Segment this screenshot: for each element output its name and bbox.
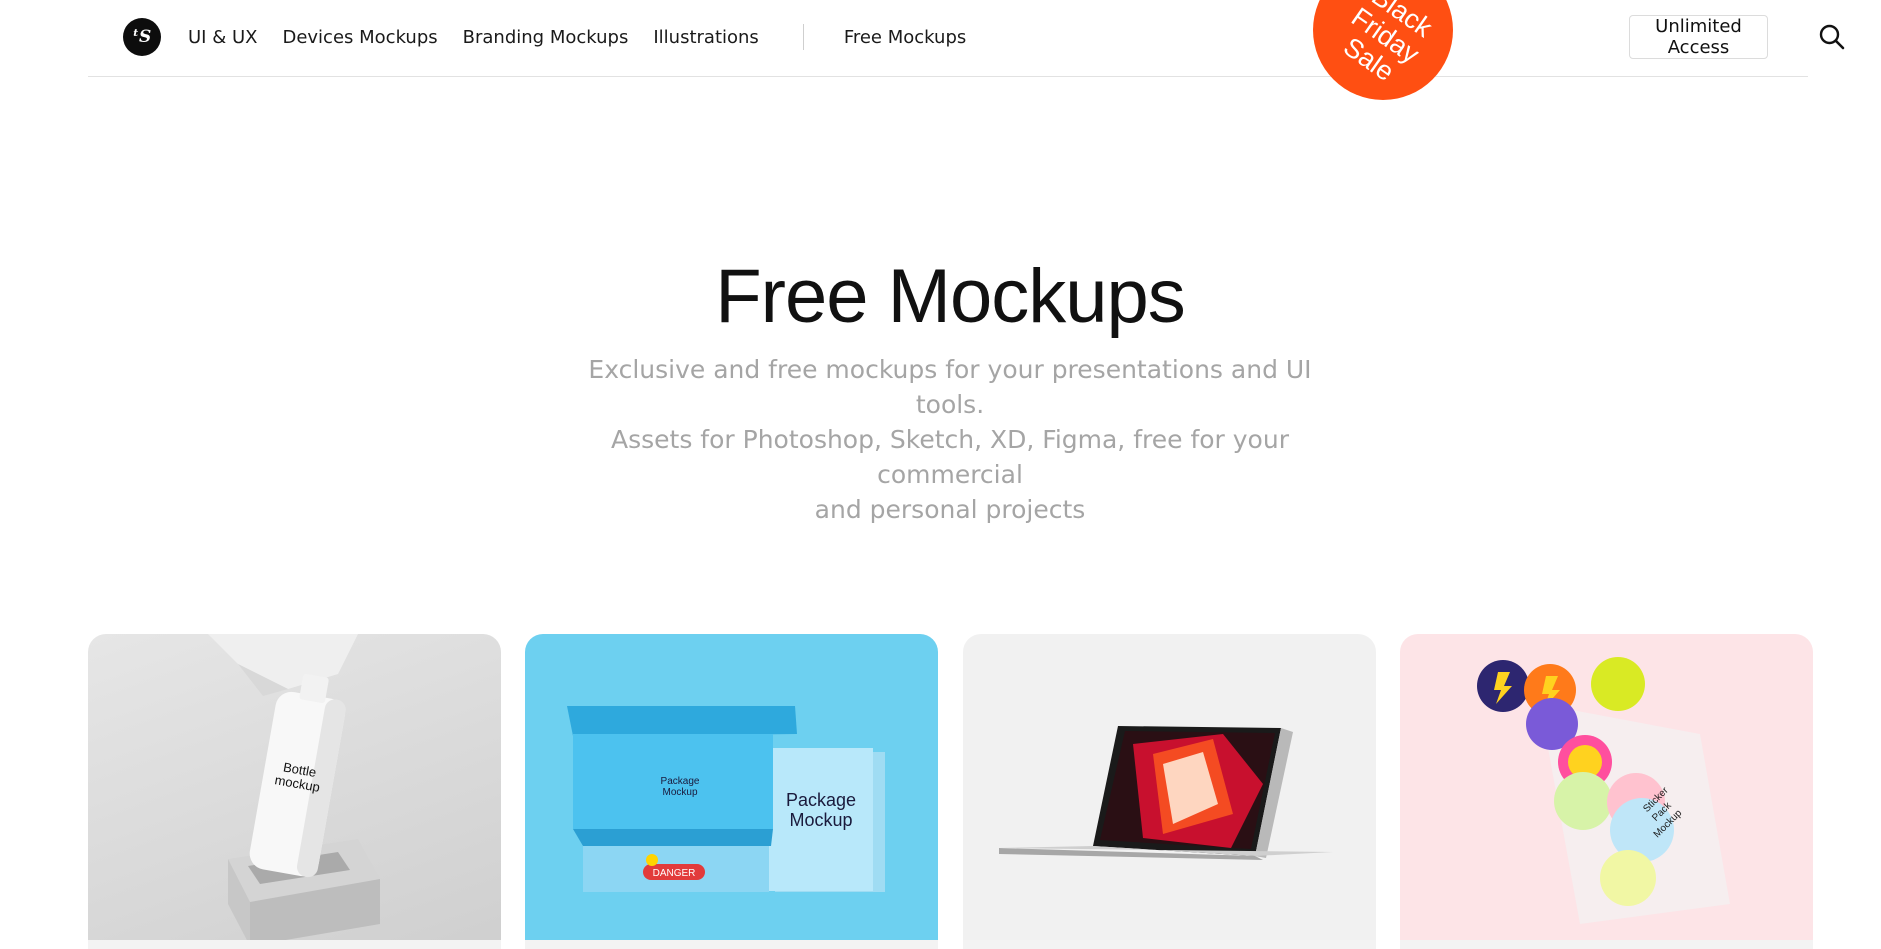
logo[interactable]: ᵗS [123,18,161,56]
subtitle-line-3: and personal projects [814,495,1086,524]
mockup-grid: Bottle mockup Package Mockup Package Moc… [88,634,1813,949]
card-package-mockup[interactable]: Package Mockup Package Mockup DANGER [525,634,938,949]
black-friday-badge[interactable]: Black Friday Sale [1313,0,1453,100]
card-macbook-mockup[interactable] [963,634,1376,949]
sticker-pack-mockup-image: Sticker Pack Mockup [1477,657,1730,924]
package-box-caption-1: Package [661,776,700,787]
search-icon[interactable] [1818,23,1846,51]
nav-ui-ux[interactable]: UI & UX [188,27,257,48]
card-footer [525,940,938,949]
nav-branding-mockups[interactable]: Branding Mockups [463,27,629,48]
site-header: ᵗS UI & UX Devices Mockups Branding Mock… [88,0,1845,100]
page-title: Free Mockups [715,254,1186,339]
macbook-mockup-image [999,726,1333,860]
nav-illustrations[interactable]: Illustrations [653,27,758,48]
card-footer [963,940,1376,949]
card-bottle-mockup[interactable]: Bottle mockup [88,634,501,949]
subtitle-line-1: Exclusive and free mockups for your pres… [588,355,1312,419]
package-card-caption-1: Package [786,790,856,810]
package-mockup-image: Package Mockup Package Mockup DANGER [567,706,885,892]
package-card-caption-2: Mockup [789,810,852,830]
danger-sticker: DANGER [653,868,696,879]
page-subtitle: Exclusive and free mockups for your pres… [560,352,1340,527]
nav-free-mockups[interactable]: Free Mockups [844,27,966,48]
card-footer [1400,940,1813,949]
main-nav: UI & UX Devices Mockups Branding Mockups… [188,24,991,50]
nav-divider [802,24,804,50]
unlimited-access-button[interactable]: Unlimited Access [1629,15,1768,59]
card-footer [88,940,501,949]
subtitle-line-2: Assets for Photoshop, Sketch, XD, Figma,… [611,425,1289,489]
nav-devices-mockups[interactable]: Devices Mockups [282,27,437,48]
bottle-mockup-image: Bottle mockup [208,634,380,946]
card-sticker-pack-mockup[interactable]: Sticker Pack Mockup [1400,634,1813,949]
package-box-caption-2: Mockup [662,787,697,798]
badge-text: Black Friday Sale [1315,0,1453,100]
